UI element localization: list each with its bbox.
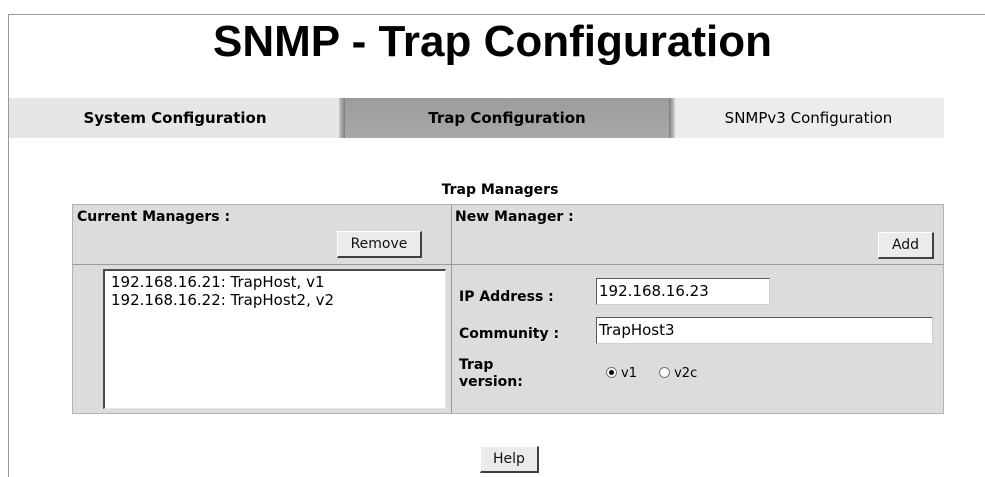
ip-address-input[interactable]: 192.168.16.23 <box>596 278 770 305</box>
current-managers-list[interactable]: 192.168.16.21: TrapHost, v1 192.168.16.2… <box>103 269 446 409</box>
ip-address-label: IP Address : <box>459 289 554 305</box>
community-input[interactable]: TrapHost3 <box>596 317 933 344</box>
current-managers-label: Current Managers : <box>77 209 231 225</box>
radio-label-v2c: v2c <box>674 366 698 381</box>
row-divider <box>73 264 943 265</box>
trap-version-v1-radio[interactable]: v1 <box>606 366 637 382</box>
new-manager-label: New Manager : <box>455 209 574 225</box>
tab-bar: System Configuration Trap Configuration … <box>9 98 944 138</box>
frame-border-left <box>8 14 9 477</box>
radio-selected-icon <box>606 367 617 378</box>
add-button[interactable]: Add <box>878 232 934 259</box>
trap-version-v2c-radio[interactable]: v2c <box>659 366 697 382</box>
tab-trap-configuration[interactable]: Trap Configuration <box>341 98 673 138</box>
trap-version-label: Trap version: <box>459 357 523 390</box>
column-divider <box>451 205 452 413</box>
tab-separator <box>669 98 675 138</box>
radio-label-v1: v1 <box>621 366 637 381</box>
list-item[interactable]: 192.168.16.21: TrapHost, v1 <box>111 273 439 291</box>
remove-button[interactable]: Remove <box>337 231 422 258</box>
trap-managers-title: Trap Managers <box>441 182 559 198</box>
help-button[interactable]: Help <box>480 446 539 473</box>
trap-version-radio-group: v1 v2c <box>606 366 715 382</box>
tab-system-configuration[interactable]: System Configuration <box>9 98 341 138</box>
community-label: Community : <box>459 326 560 342</box>
page-title: SNMP - Trap Configuration <box>213 17 772 66</box>
tab-snmpv3-configuration[interactable]: SNMPv3 Configuration <box>673 98 944 138</box>
list-item[interactable]: 192.168.16.22: TrapHost2, v2 <box>111 291 439 309</box>
tab-separator <box>339 98 345 138</box>
radio-unselected-icon <box>659 367 671 378</box>
trap-managers-table: Current Managers : Remove New Manager : … <box>72 204 944 414</box>
